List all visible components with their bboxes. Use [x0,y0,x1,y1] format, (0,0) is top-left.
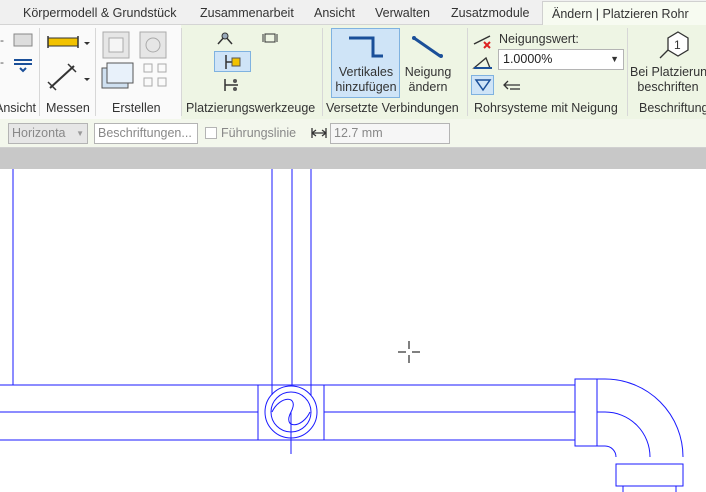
tag-on-placement-label-2[interactable]: beschriften [630,80,706,95]
panel-separator [95,28,96,116]
tab-ansicht[interactable]: Ansicht [314,0,355,24]
panel-label-erstellen: Erstellen [112,101,161,115]
inherit-elevation-icon [225,55,241,69]
slope-down-icon [474,79,492,92]
view-tab-strip [0,148,706,169]
elbow-end-fitting [615,463,684,487]
slope-arrow-icon[interactable] [502,77,524,93]
panel-separator [627,28,628,116]
chevron-down-icon: ▼ [610,54,619,64]
tab-aendern-platzieren-rohr[interactable]: Ändern | Platzieren Rohr [542,1,706,26]
svg-text:-: - [0,55,4,69]
leader-length-field[interactable]: 12.7 mm [330,123,450,144]
slope-value-dropdown[interactable]: 1.0000% ▼ [498,49,624,70]
tag-on-placement-icon[interactable]: 1 [656,30,692,62]
tag-on-placement-label-1[interactable]: Bei Platzierung [630,65,706,80]
leader-label: Führungslinie [221,126,297,140]
slope-value-text: 1.0000% [503,52,553,66]
elbow-outer [597,378,684,458]
leader-checkbox[interactable] [205,127,217,139]
inherit-size-icon[interactable] [222,77,242,93]
panel-separator [467,28,468,116]
view-tools-icon[interactable]: - - [0,30,36,74]
add-vertical-label-2: hinzufügen [335,80,397,94]
drawing-canvas[interactable] [0,169,706,492]
elbow-center [597,411,651,458]
auto-connect-icon[interactable] [215,30,235,48]
coupling-fitting [574,378,598,447]
tab-zusatzmodule[interactable]: Zusatzmodule [451,0,530,24]
tab-koerpermodell[interactable]: Körpermodell & Grundstück [23,0,177,24]
slope-up-icon[interactable] [472,54,494,72]
panel-label-versetzte-verbindungen: Versetzte Verbindungen [326,101,459,115]
change-slope-label-2[interactable]: ändern [400,80,456,95]
ribbon-tab-bar: Körpermodell & Grundstück Zusammenarbeit… [0,0,706,26]
tag-type-field[interactable]: Beschriftungen... [94,123,198,144]
panel-separator [181,28,182,116]
panel-separator [39,28,40,116]
slope-off-icon[interactable] [472,32,494,50]
panel-label-ansicht: Ansicht [0,101,36,115]
tab-zusammenarbeit[interactable]: Zusammenarbeit [200,0,294,24]
justification-icon[interactable] [262,32,278,44]
crosshair-cursor-icon [398,341,420,363]
measure-icon[interactable] [46,30,92,92]
chevron-down-icon: ▼ [76,129,84,138]
create-tools-icon[interactable] [100,28,176,94]
svg-text:-: - [0,33,4,47]
add-vertical-icon [349,36,383,58]
panel-separator [322,28,323,116]
panel-label-rohrsysteme: Rohrsysteme mit Neigung [474,101,618,115]
change-slope-icon[interactable] [410,32,448,60]
change-slope-label-1[interactable]: Neigung [400,65,456,80]
panel-label-platzierungswerkzeuge: Platzierungswerkzeuge [186,101,316,115]
panel-label-messen: Messen [46,101,90,115]
add-vertical-label-1: Vertikales [338,65,394,79]
tag-type-placeholder: Beschriftungen... [98,126,192,140]
leader-length-value: 12.7 mm [334,126,383,140]
orientation-value: Horizonta [12,126,66,140]
tab-verwalten[interactable]: Verwalten [375,0,430,24]
panel-label-beschriftung: Beschriftung [639,101,706,115]
leader-length-icon [311,128,327,138]
svg-text:1: 1 [674,38,681,52]
slope-value-label: Neigungswert: [499,32,579,46]
orientation-dropdown[interactable]: Horizonta ▼ [8,123,88,144]
elbow-inner [597,445,617,458]
